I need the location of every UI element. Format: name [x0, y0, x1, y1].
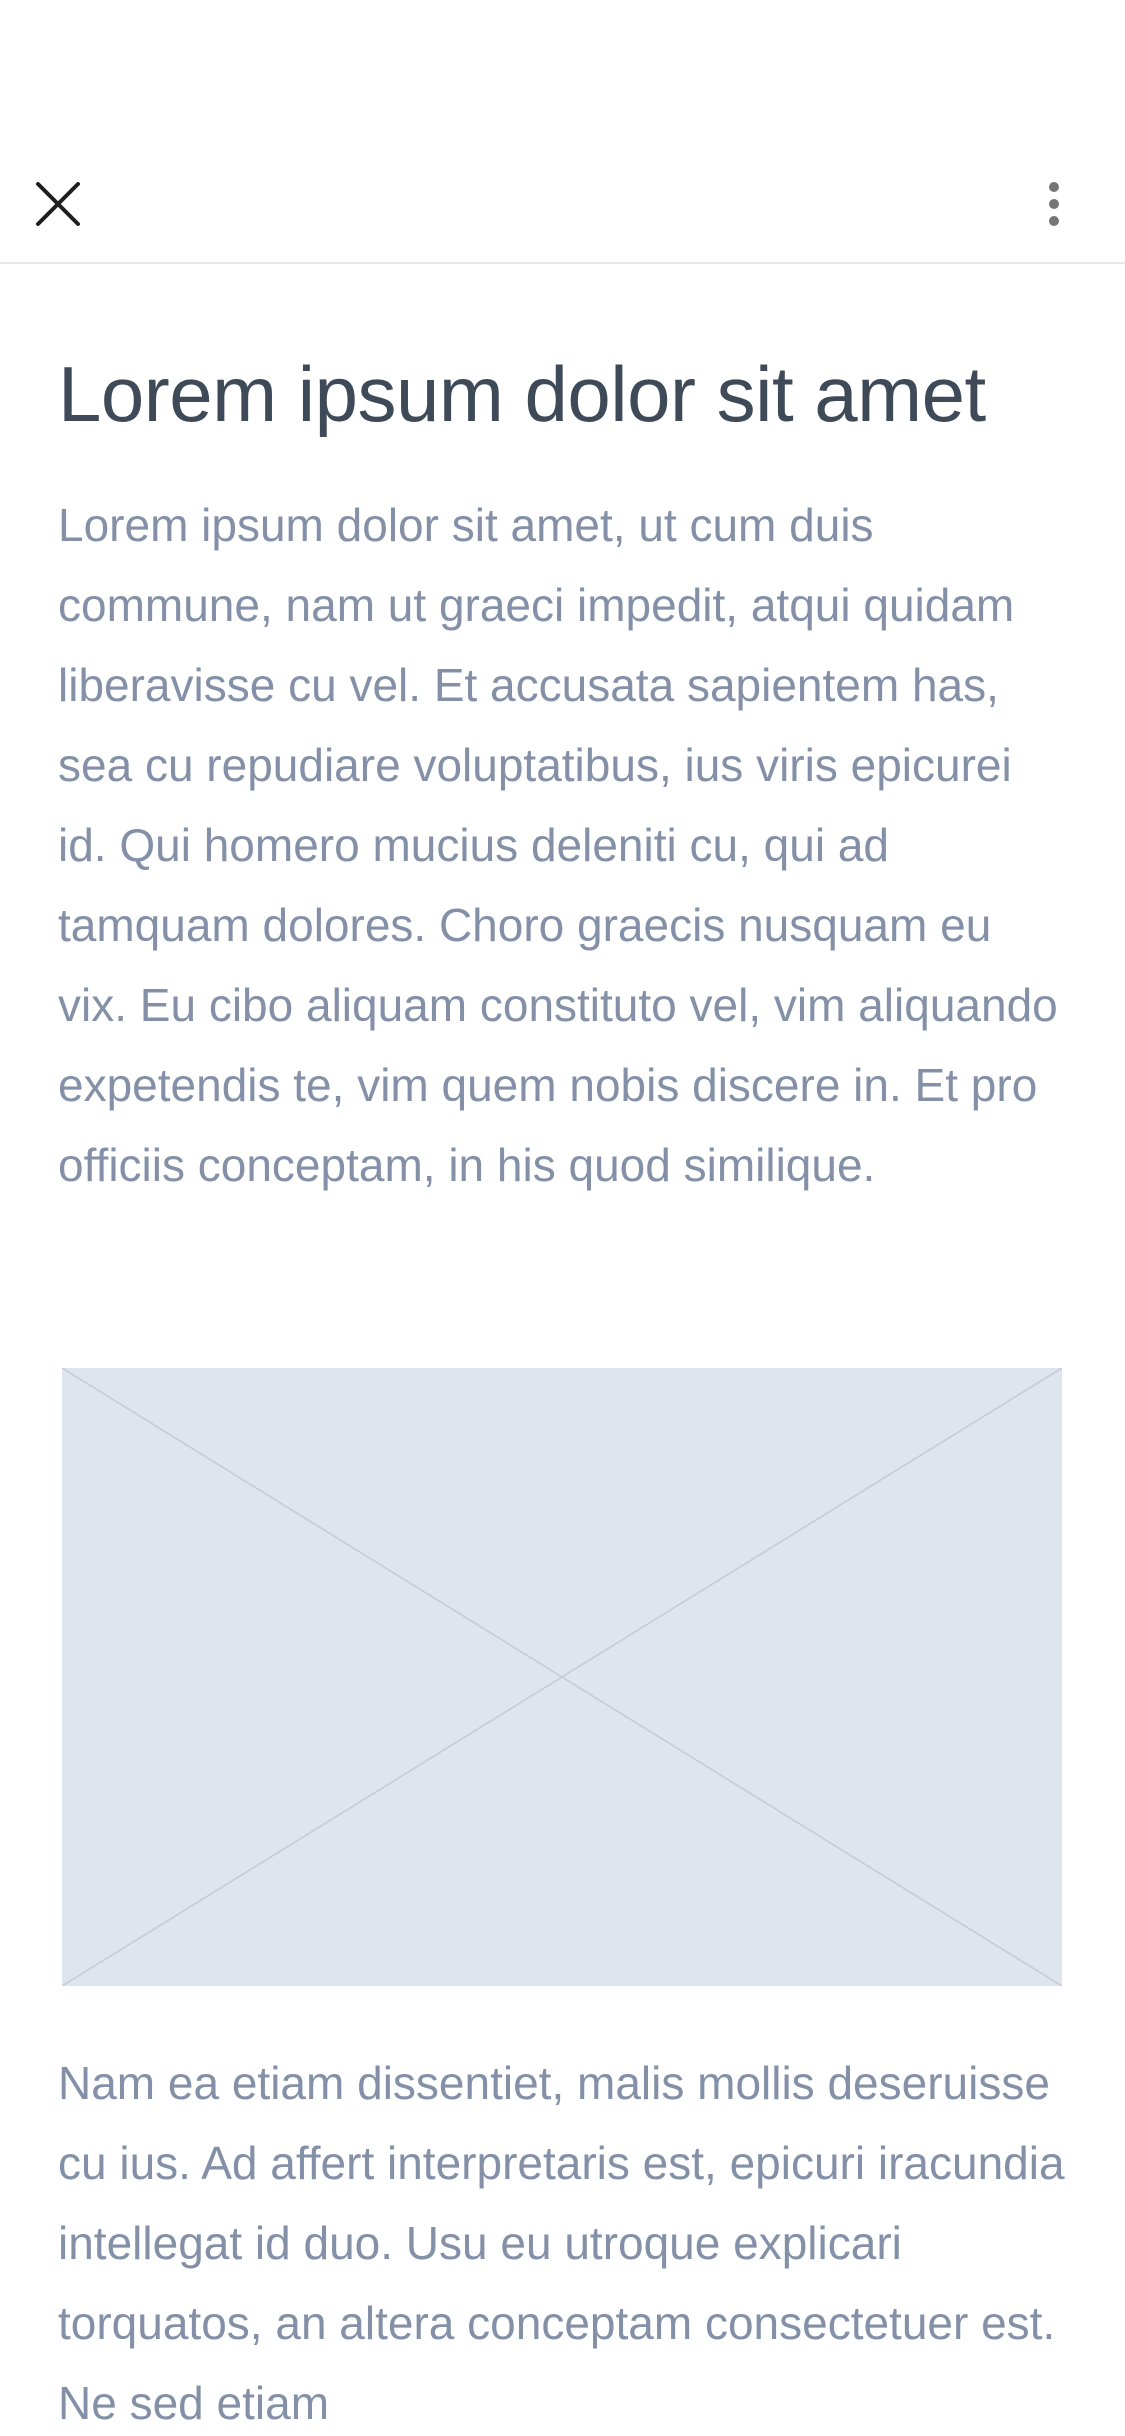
article-paragraph: Nam ea etiam dissentiet, malis mollis de…: [58, 2057, 1065, 2429]
more-options-button[interactable]: [1014, 164, 1094, 244]
article-content: Lorem ipsum dolor sit amet Lorem ipsum d…: [58, 264, 1068, 1205]
top-app-bar: [0, 132, 1125, 264]
status-bar: [0, 0, 1125, 132]
article-paragraph: Lorem ipsum dolor sit amet, ut cum duis …: [58, 499, 1058, 1191]
close-icon: [36, 182, 80, 226]
image-placeholder: [61, 1367, 1063, 1987]
image-placeholder-icon: [61, 1367, 1063, 1987]
close-button[interactable]: [18, 164, 98, 244]
more-vertical-icon: [1049, 182, 1059, 226]
article-title: Lorem ipsum dolor sit amet: [58, 350, 986, 438]
